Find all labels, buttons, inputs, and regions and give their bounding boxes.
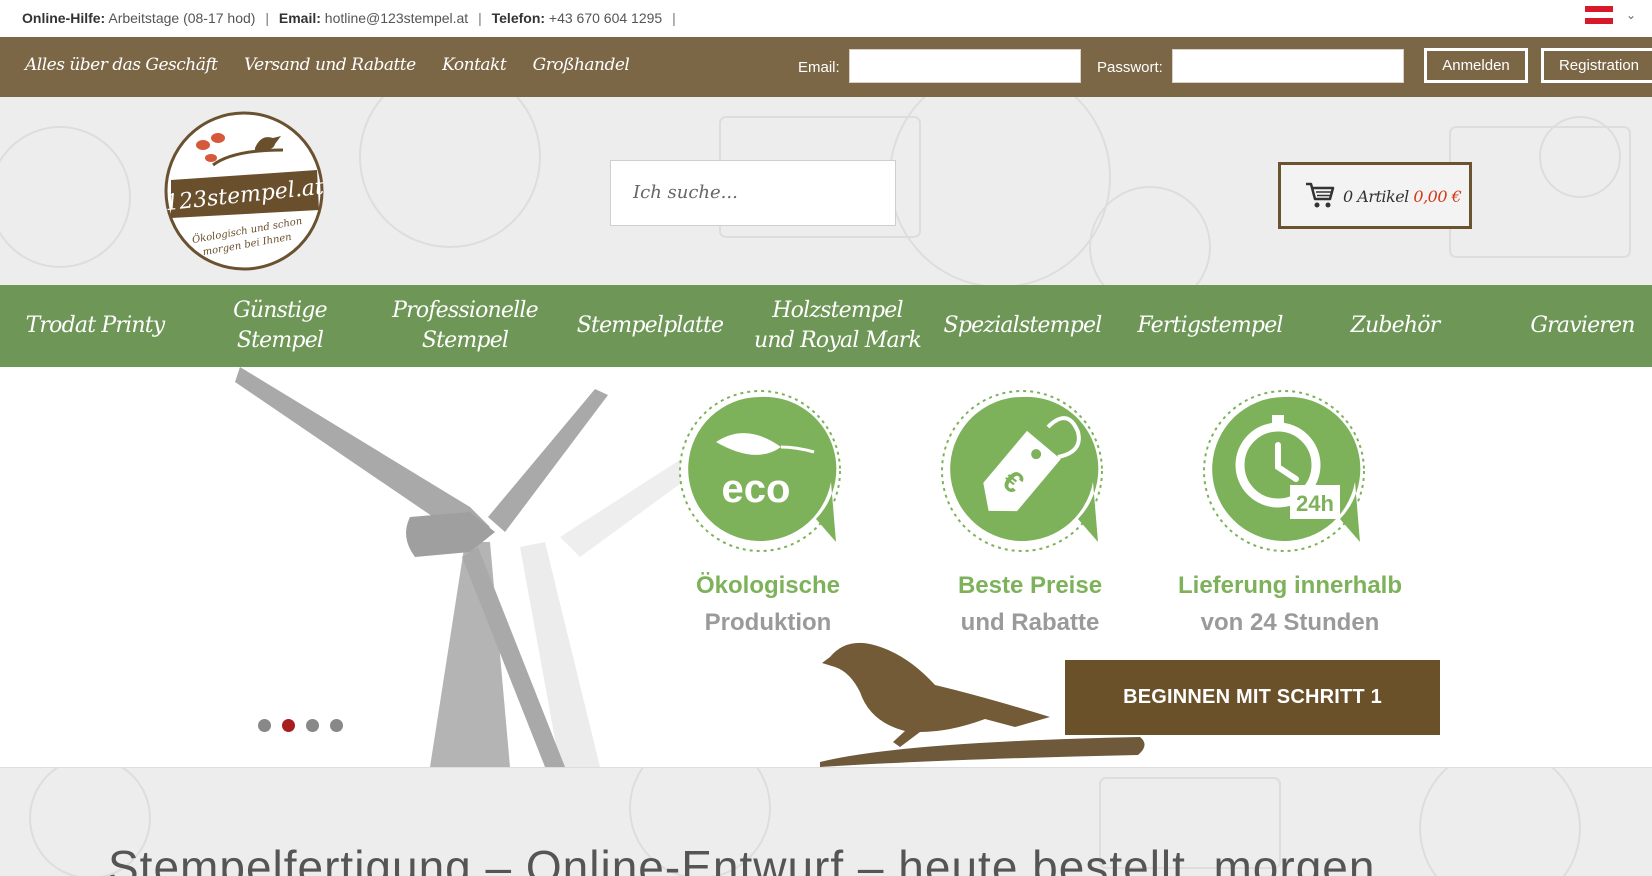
badge-label-prices: Beste Preise und Rabatte (924, 567, 1136, 641)
info-bar: Online-Hilfe: Arbeitstage (08-17 hod) | … (0, 0, 1652, 37)
badge-label-eco: Ökologische Produktion (662, 567, 874, 641)
badge-label-delivery: Lieferung innerhalb von 24 Stunden (1166, 567, 1414, 641)
badge-delivery-line1: Lieferung innerhalb (1177, 572, 1402, 599)
badge-eco-line2: Produktion (704, 609, 832, 636)
category-spezialstempel[interactable]: Spezialstempel (944, 285, 1103, 367)
help-label: Online-Hilfe: (22, 10, 106, 26)
price-tag-icon: € (941, 390, 1103, 552)
top-navigation: Alles über das Geschäft Versand und Raba… (0, 37, 1652, 97)
category-gravieren[interactable]: Gravieren (1520, 285, 1645, 367)
email-label: Email: (278, 10, 321, 26)
cart-icon (1306, 182, 1335, 208)
help-value: Arbeitstage (08-17 hod) (108, 10, 256, 26)
top-nav-links: Alles über das Geschäft Versand und Raba… (25, 55, 651, 75)
category-guenstige-stempel[interactable]: Günstige Stempel (190, 285, 370, 367)
phone-value[interactable]: +43 670 604 1295 (549, 10, 662, 26)
separator: | (265, 10, 269, 26)
hero-banner[interactable]: eco Ökologische Produktion € Beste Preis… (0, 367, 1652, 767)
category-professionelle-stempel[interactable]: Professionelle Stempel (390, 285, 540, 367)
nav-link-about[interactable]: Alles über das Geschäft (25, 55, 218, 75)
clock-badge-text: 24h (1296, 491, 1334, 516)
phone-label: Telefon: (491, 10, 546, 26)
cart-summary: 0 Artikel 0,00 € (1343, 187, 1462, 206)
page-headline: Stempelfertigung – Online-Entwurf – heut… (108, 841, 1376, 876)
search-input[interactable]: Ich suche... (610, 160, 896, 226)
austria-flag-icon[interactable] (1585, 6, 1613, 24)
search-placeholder: Ich suche... (633, 182, 738, 203)
email-field-label: Email: (798, 59, 840, 76)
clock-24h-icon: 24h (1203, 390, 1365, 552)
login-button[interactable]: Anmelden (1424, 48, 1528, 83)
badge-eco-line1: Ökologische (695, 572, 841, 599)
password-field-label: Passwort: (1097, 59, 1163, 76)
site-header: 123stempel.at Ökologisch und schon morge… (0, 97, 1652, 285)
site-logo[interactable]: 123stempel.at Ökologisch und schon morge… (163, 110, 325, 272)
password-field[interactable] (1172, 49, 1404, 83)
category-zubehoer[interactable]: Zubehör (1330, 285, 1460, 367)
eco-leaf-icon: eco (679, 390, 841, 552)
cart-price: 0,00 € (1413, 187, 1462, 206)
category-holzstempel[interactable]: Holzstempel und Royal Mark (750, 285, 925, 367)
category-stempelplatte[interactable]: Stempelplatte (570, 285, 730, 367)
slide-dot-3[interactable] (306, 719, 319, 732)
badge-delivery-line2: von 24 Stunden (1200, 609, 1380, 636)
register-button[interactable]: Registration (1541, 48, 1652, 83)
category-trodat-printy[interactable]: Trodat Printy (20, 285, 170, 367)
nav-link-wholesale[interactable]: Großhandel (533, 55, 630, 75)
start-step-1-button[interactable]: BEGINNEN MIT SCHRITT 1 (1065, 660, 1440, 735)
nav-link-shipping[interactable]: Versand und Rabatte (244, 55, 416, 75)
eco-badge-text: eco (722, 467, 791, 511)
cart-count: 0 Artikel (1343, 187, 1409, 206)
category-fertigstempel[interactable]: Fertigstempel (1130, 285, 1290, 367)
slide-dot-1[interactable] (258, 719, 271, 732)
separator: | (478, 10, 482, 26)
nav-link-contact[interactable]: Kontakt (442, 55, 507, 75)
category-navigation: Trodat Printy Günstige Stempel Professio… (0, 285, 1652, 367)
slide-dot-4[interactable] (330, 719, 343, 732)
shopping-cart[interactable]: 0 Artikel 0,00 € (1278, 162, 1472, 229)
chevron-down-icon[interactable]: ⌄ (1626, 8, 1636, 22)
email-field[interactable] (849, 49, 1081, 83)
intro-section: Stempelfertigung – Online-Entwurf – heut… (0, 767, 1652, 876)
slide-dot-2[interactable] (282, 719, 295, 732)
email-value[interactable]: hotline@123stempel.at (325, 10, 468, 26)
contact-info: Online-Hilfe: Arbeitstage (08-17 hod) | … (22, 10, 682, 26)
badge-prices-line2: und Rabatte (960, 609, 1100, 636)
badge-prices-line1: Beste Preise (957, 572, 1103, 599)
separator: | (672, 10, 676, 26)
